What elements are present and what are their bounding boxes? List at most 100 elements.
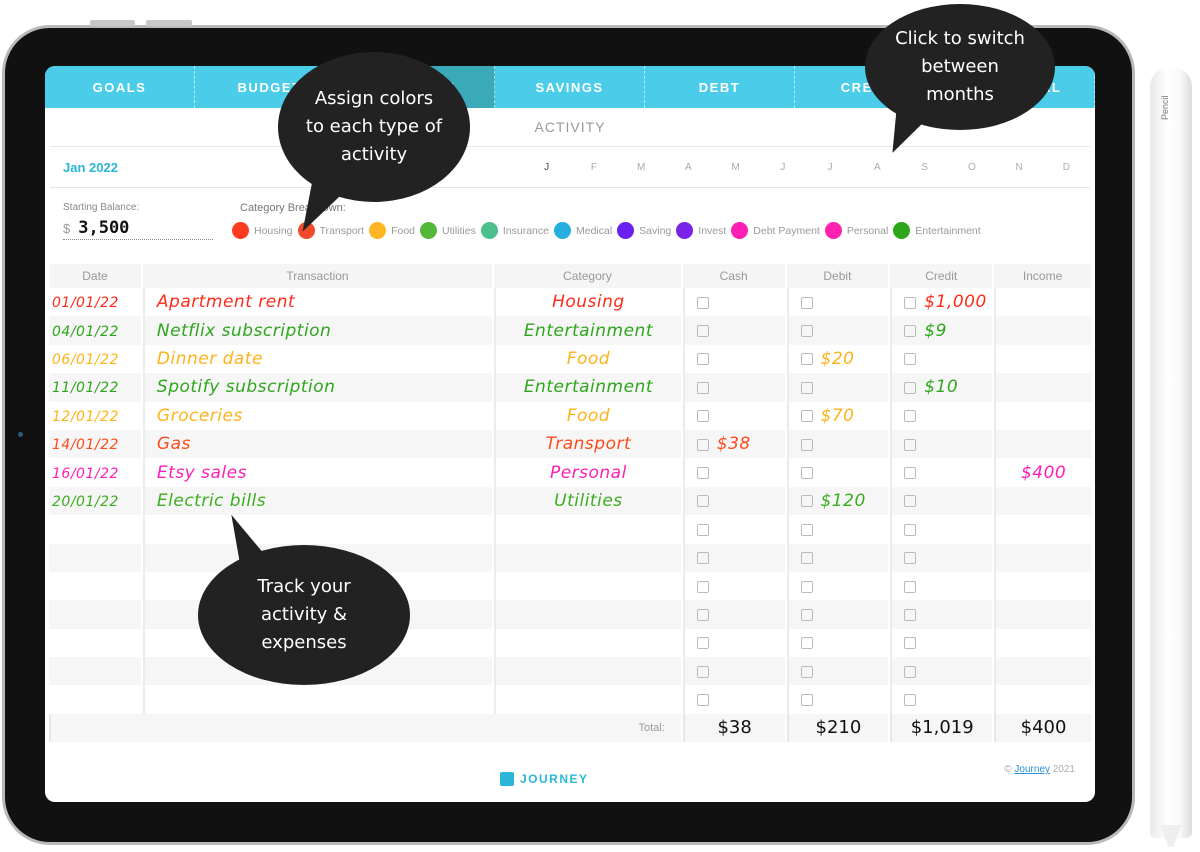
checkbox[interactable] (696, 552, 709, 565)
cell-date[interactable]: 01/01/22 (49, 288, 141, 316)
journey-brand[interactable]: JOURNEY (500, 772, 589, 786)
cell-debit[interactable]: $70 (786, 401, 889, 430)
checkbox[interactable] (696, 637, 709, 650)
checkbox[interactable] (800, 353, 813, 366)
cell-income[interactable] (994, 543, 1091, 572)
tab-debt[interactable]: DEBT (645, 66, 795, 108)
legend-item[interactable]: Housing (232, 222, 293, 239)
cell-date[interactable]: 04/01/22 (49, 316, 141, 345)
month-button[interactable]: A (665, 162, 711, 173)
month-button[interactable]: F (571, 162, 617, 173)
cell-credit[interactable]: $9 (890, 316, 993, 345)
cell-credit[interactable] (890, 657, 993, 686)
cell-category[interactable]: Entertainment (494, 373, 681, 402)
checkbox[interactable] (904, 637, 917, 650)
checkbox[interactable] (696, 580, 709, 593)
checkbox[interactable] (800, 467, 813, 480)
legend-item[interactable]: Debt Payment (731, 222, 820, 239)
cell-cash[interactable] (682, 657, 785, 686)
legend-item[interactable]: Utilities (420, 222, 476, 239)
cell-credit[interactable] (890, 401, 992, 430)
cell-income[interactable] (994, 600, 1091, 629)
cell-transaction[interactable]: Netflix subscription (142, 316, 493, 345)
cell-income[interactable] (994, 685, 1091, 714)
cell-cash[interactable] (682, 543, 785, 572)
cell-transaction[interactable]: Gas (142, 429, 493, 459)
cell-debit[interactable] (786, 515, 889, 544)
cell-debit[interactable]: $20 (786, 344, 889, 374)
cell-transaction[interactable]: Dinner date (142, 344, 492, 374)
checkbox[interactable] (800, 381, 813, 394)
checkbox[interactable] (696, 296, 709, 309)
checkbox[interactable] (904, 325, 917, 338)
month-button[interactable]: O (949, 162, 995, 173)
cell-income[interactable] (994, 401, 1091, 430)
cell-cash[interactable] (682, 344, 785, 374)
checkbox[interactable] (904, 381, 917, 394)
cell-income[interactable] (994, 429, 1091, 459)
cell-category[interactable]: Food (494, 344, 681, 374)
cell-cash[interactable] (682, 600, 785, 629)
cell-category[interactable]: Entertainment (494, 316, 681, 345)
checkbox[interactable] (904, 438, 917, 451)
cell-debit[interactable] (786, 571, 889, 601)
cell-cash[interactable] (682, 486, 785, 516)
cell-cash[interactable] (682, 571, 785, 601)
cell-transaction[interactable] (142, 685, 492, 714)
cell-cash[interactable] (682, 288, 785, 317)
month-button[interactable]: J (807, 162, 853, 173)
cell-category[interactable] (494, 657, 681, 686)
cell-credit[interactable] (890, 571, 992, 601)
cell-cash[interactable] (682, 373, 785, 402)
checkbox[interactable] (904, 353, 917, 366)
legend-item[interactable]: Saving (617, 222, 671, 239)
cell-debit[interactable] (786, 685, 889, 714)
checkbox[interactable] (696, 325, 709, 338)
month-button[interactable]: M (618, 162, 664, 173)
cell-date[interactable] (49, 685, 141, 713)
cell-cash[interactable]: $38 (682, 429, 785, 459)
cell-debit[interactable] (786, 657, 889, 686)
checkbox[interactable] (800, 296, 813, 309)
cell-category[interactable] (494, 685, 681, 714)
cell-credit[interactable] (890, 685, 992, 714)
cell-debit[interactable] (786, 429, 889, 459)
cell-debit[interactable] (786, 543, 889, 572)
cell-date[interactable] (49, 657, 141, 686)
checkbox[interactable] (904, 694, 917, 707)
checkbox[interactable] (696, 665, 709, 678)
checkbox[interactable] (800, 438, 813, 451)
cell-cash[interactable] (682, 515, 785, 544)
cell-credit[interactable] (890, 628, 992, 658)
cell-category[interactable]: Food (494, 401, 681, 430)
cell-income[interactable] (994, 373, 1091, 402)
cell-debit[interactable] (786, 316, 889, 345)
cell-transaction[interactable] (142, 515, 492, 544)
cell-transaction[interactable]: Electric bills (142, 486, 493, 516)
starting-balance-field[interactable]: $ 3,500 (63, 217, 213, 240)
cell-debit[interactable]: $120 (786, 486, 889, 516)
cell-income[interactable] (994, 515, 1091, 544)
cell-date[interactable]: 12/01/22 (49, 402, 141, 430)
checkbox[interactable] (696, 609, 709, 621)
cell-debit[interactable] (786, 600, 889, 629)
legend-item[interactable]: Medical (553, 222, 612, 239)
cell-date[interactable] (49, 543, 141, 572)
cell-credit[interactable]: $10 (890, 373, 993, 402)
month-button[interactable]: S (902, 162, 948, 173)
checkbox[interactable] (696, 495, 709, 508)
cell-income[interactable] (994, 486, 1091, 516)
cell-cash[interactable] (682, 316, 785, 345)
cell-date[interactable]: 11/01/22 (49, 373, 141, 402)
checkbox[interactable] (800, 523, 813, 536)
cell-category[interactable] (494, 628, 681, 658)
cell-category[interactable] (494, 543, 681, 572)
cell-income[interactable] (994, 344, 1091, 374)
cell-date[interactable]: 20/01/22 (49, 486, 141, 516)
cell-credit[interactable]: $1,000 (890, 288, 992, 317)
cell-category[interactable] (494, 515, 681, 544)
cell-category[interactable] (494, 600, 681, 629)
cell-credit[interactable] (890, 515, 992, 544)
month-button[interactable]: J (760, 162, 806, 173)
cell-date[interactable] (49, 572, 141, 600)
